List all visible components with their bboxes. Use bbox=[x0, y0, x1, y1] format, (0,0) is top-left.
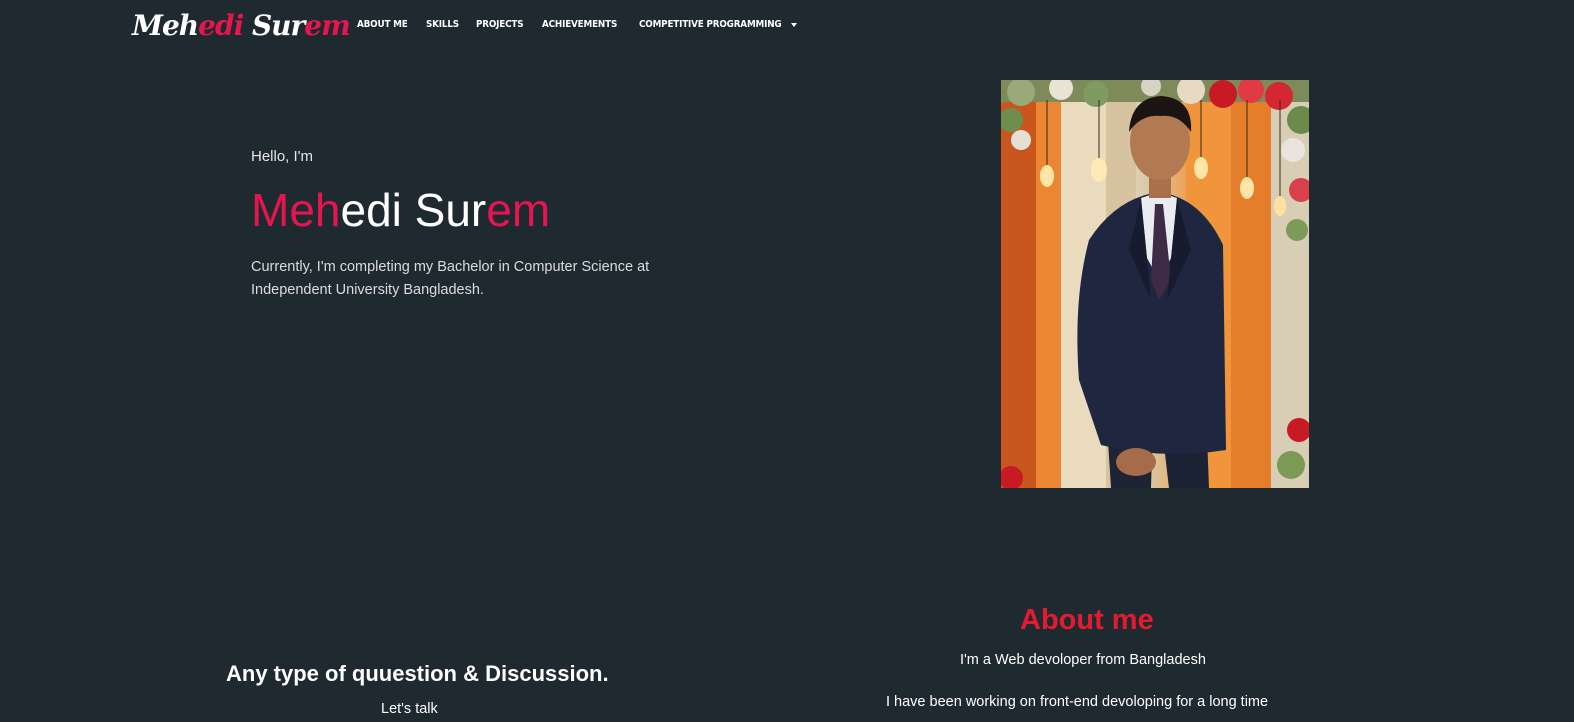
hero-name-part-3: em bbox=[486, 184, 551, 236]
nav-projects[interactable]: Projects bbox=[476, 18, 524, 32]
hero-name-part-1: Meh bbox=[251, 184, 341, 236]
contact-title: Any type of quuestion & Discussion. bbox=[226, 661, 609, 686]
contact-subtitle: Let's talk bbox=[381, 701, 438, 717]
nav-competitive-programming[interactable]: Competitive Programming bbox=[639, 18, 782, 32]
nav-about-me[interactable]: About Me bbox=[357, 18, 408, 32]
about-intro: I'm a Web devoloper from Bangladesh bbox=[960, 652, 1206, 668]
nav-links: About Me Skills Projects Achievements Co… bbox=[357, 18, 797, 32]
profile-photo bbox=[1001, 80, 1309, 488]
brand-part-2: edi bbox=[198, 9, 244, 42]
hero-description: Currently, I'm completing my Bachelor in… bbox=[251, 259, 650, 298]
nav-competitive-programming-dropdown[interactable]: Competitive Programming bbox=[639, 18, 797, 32]
nav-achievements[interactable]: Achievements bbox=[542, 18, 617, 32]
hero-name-part-2: edi Sur bbox=[340, 184, 487, 236]
hero-greeting: Hello, I'm bbox=[251, 148, 314, 165]
about-title: About me bbox=[1020, 604, 1154, 636]
nav-skills[interactable]: Skills bbox=[426, 18, 459, 32]
about-experience: I have been working on front-end devolop… bbox=[886, 694, 1269, 710]
brand-part-1: Meh bbox=[132, 9, 199, 42]
navbar: Mehedi Surem About Me Skills Projects Ac… bbox=[0, 0, 1574, 52]
brand-part-4: em bbox=[304, 9, 350, 42]
caret-down-icon bbox=[790, 23, 797, 27]
brand-logo[interactable]: Mehedi Surem bbox=[132, 8, 351, 44]
hero-name: Mehedi Surem bbox=[251, 182, 550, 238]
brand-part-3: Sur bbox=[243, 9, 305, 42]
